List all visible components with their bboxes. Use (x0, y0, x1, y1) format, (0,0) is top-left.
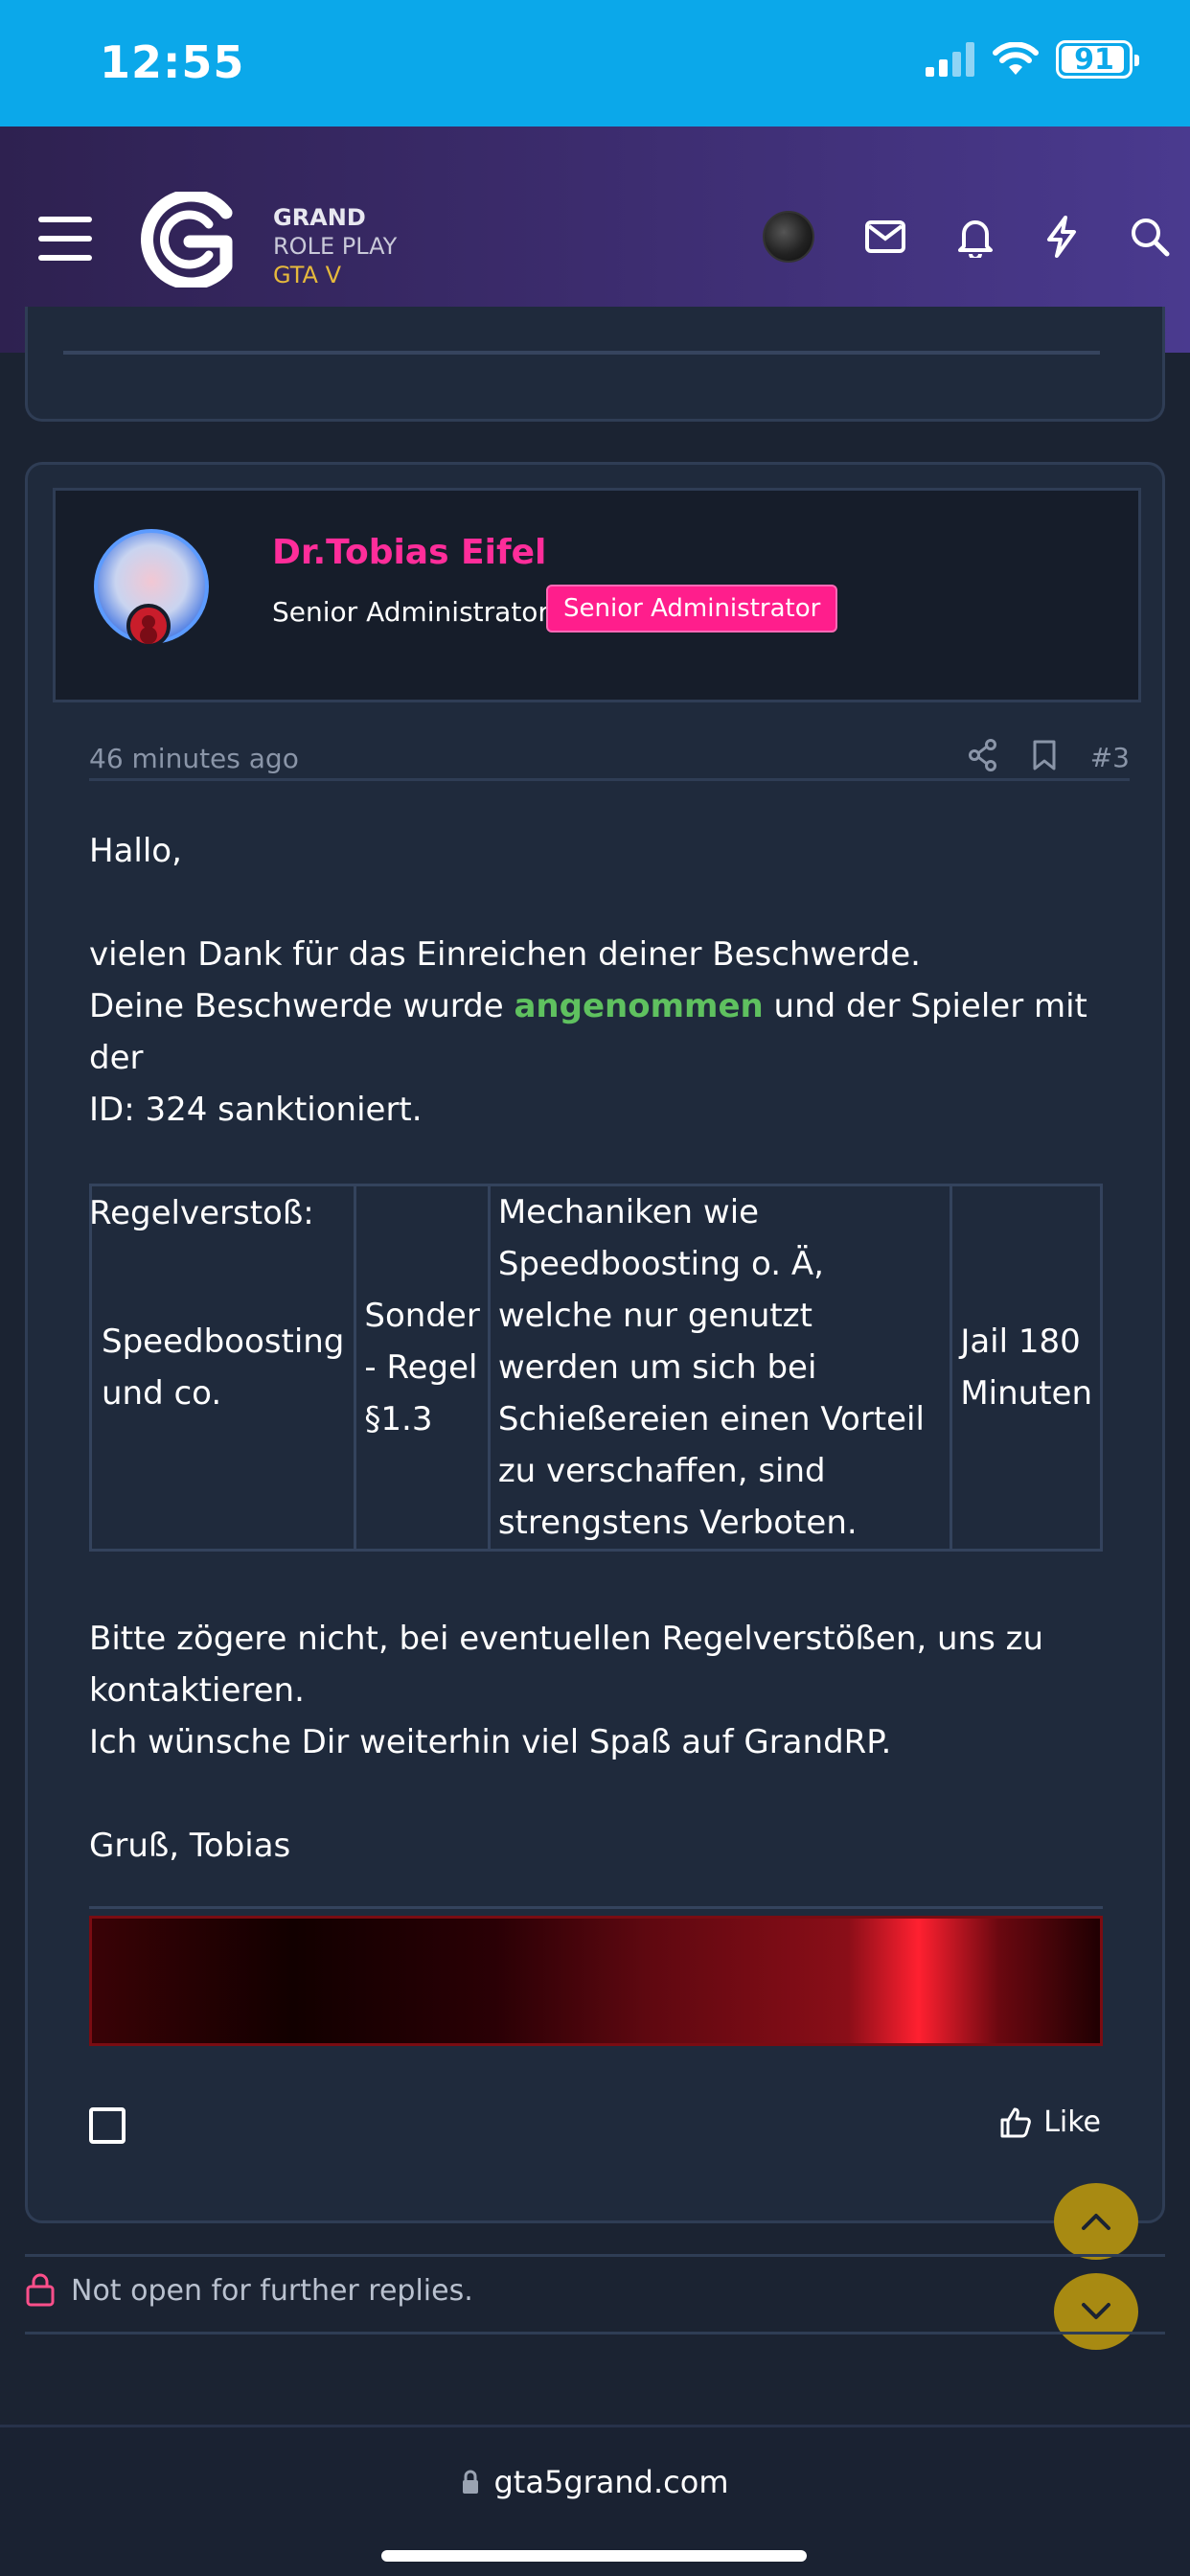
author-box: Dr.Tobias Eifel Senior Administrator Sen… (53, 488, 1141, 702)
thread-locked-notice: Not open for further replies. (25, 2254, 1165, 2334)
status-time: 12:55 (100, 36, 245, 88)
bolt-icon[interactable] (1044, 215, 1079, 259)
sanction-text: ID: 324 sanktioniert. (89, 1091, 423, 1129)
post-message-closing: Bitte zögere nicht, bei eventuellen Rege… (89, 1613, 1130, 1872)
accepted-highlight: angenommen (514, 987, 764, 1025)
grand-logo-icon[interactable] (134, 192, 240, 288)
role-badge: Senior Administrator (546, 585, 838, 632)
signal-icon (926, 42, 974, 77)
signature-divider (89, 1906, 1103, 1909)
logo-line-roleplay: ROLE PLAY (273, 233, 398, 260)
header-actions (763, 211, 1171, 263)
previous-post-card (25, 307, 1165, 422)
post-meta: 46 minutes ago #3 (89, 739, 1130, 781)
select-post-checkbox[interactable] (89, 2107, 126, 2144)
search-icon[interactable] (1129, 216, 1171, 258)
logo-line-gtav: GTA V (273, 262, 342, 288)
table-row: Speedboosting und co. Sonder - Regel §1.… (88, 1184, 1103, 1552)
status-bar: 12:55 91 (0, 0, 1190, 126)
post-message: Hallo, vielen Dank für das Einreichen de… (89, 825, 1130, 1239)
menu-icon[interactable] (38, 217, 92, 261)
battery-level: 91 (1074, 42, 1114, 77)
post-timestamp[interactable]: 46 minutes ago (89, 743, 299, 774)
chevron-up-icon (1082, 2214, 1110, 2230)
description-cell: Mechaniken wie Speedboosting o. Ä, welch… (487, 1184, 953, 1552)
home-indicator[interactable] (381, 2550, 807, 2562)
lock-icon (26, 2273, 55, 2307)
rule-cell: Sonder - Regel §1.3 (354, 1184, 491, 1552)
lock-icon (463, 2470, 479, 2494)
site-logo-text[interactable]: GRAND ROLE PLAY GTA V (273, 203, 397, 289)
bell-icon[interactable] (956, 216, 995, 258)
like-label: Like (1043, 2105, 1101, 2139)
like-button[interactable]: Like (999, 2105, 1101, 2139)
signature-banner-image (89, 1916, 1103, 2046)
thanks-text: vielen Dank für das Einreichen deiner Be… (89, 935, 921, 974)
share-icon[interactable] (968, 739, 998, 775)
battery-indicator: 91 (1056, 40, 1139, 79)
previous-post-divider (63, 351, 1100, 355)
locked-text: Not open for further replies. (71, 2274, 473, 2308)
offense-cell: Speedboosting und co. (88, 1184, 357, 1552)
rules-table: Speedboosting und co. Sonder - Regel §1.… (88, 1184, 1103, 1552)
author-status-badge-icon (126, 604, 171, 648)
post-card: Dr.Tobias Eifel Senior Administrator Sen… (25, 462, 1165, 2223)
status-icons: 91 (926, 40, 1139, 79)
thumbs-up-icon (1000, 2107, 1032, 2137)
user-avatar[interactable] (763, 211, 814, 263)
scroll-up-button[interactable] (1054, 2183, 1138, 2260)
wifi-icon (993, 42, 1039, 75)
verdict-text: Deine Beschwerde wurde angenommen und de… (89, 987, 1087, 1077)
url-text: gta5grand.com (493, 2464, 729, 2500)
post-actions: #3 (968, 739, 1130, 775)
contact-text: Bitte zögere nicht, bei eventuellen Rege… (89, 1620, 1044, 1710)
author-title: Senior Administrator (272, 596, 549, 628)
mail-icon[interactable] (864, 219, 906, 254)
wish-text: Ich wünsche Dir weiterhin viel Spaß auf … (89, 1723, 892, 1761)
penalty-cell: Jail 180 Minuten (950, 1184, 1103, 1552)
browser-bottom-bar: gta5grand.com (0, 2425, 1190, 2576)
logo-line-grand: GRAND (273, 204, 366, 231)
signoff-text: Gruß, Tobias (89, 1827, 291, 1865)
address-bar[interactable]: gta5grand.com (0, 2464, 1190, 2500)
greeting-text: Hallo, (89, 832, 182, 870)
author-name[interactable]: Dr.Tobias Eifel (272, 533, 546, 572)
post-number-link[interactable]: #3 (1090, 742, 1130, 773)
bookmark-icon[interactable] (1031, 739, 1058, 775)
